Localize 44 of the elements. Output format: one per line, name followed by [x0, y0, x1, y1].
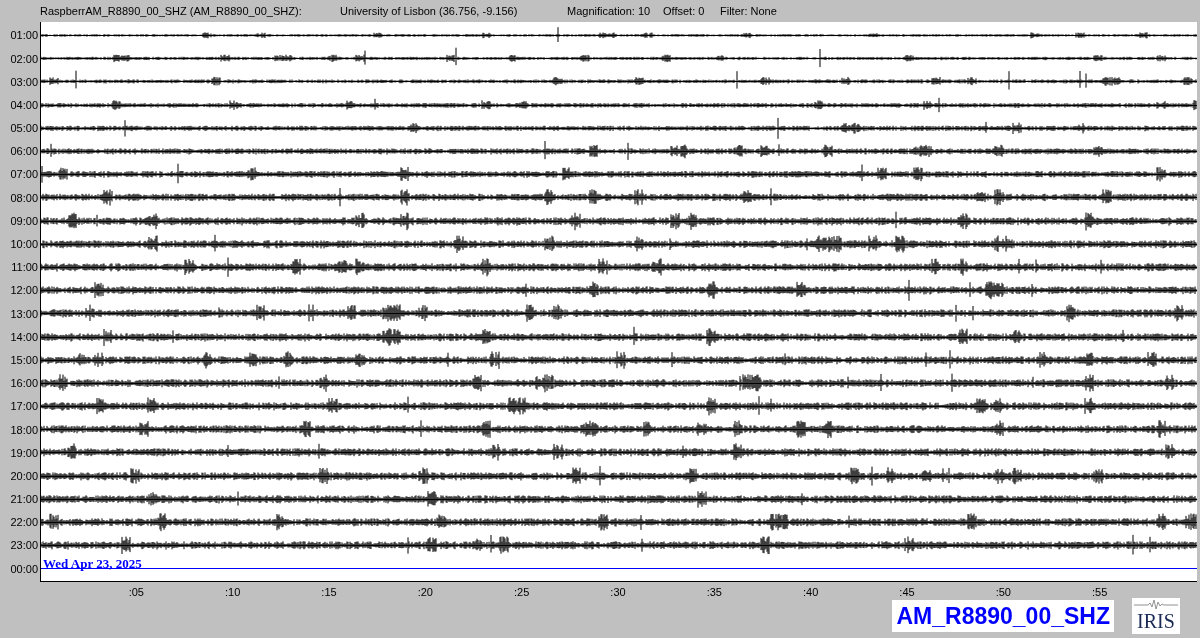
minute-tick-label: :25 [514, 585, 530, 600]
minute-tick-label: :10 [225, 585, 241, 600]
station-title: RaspberrAM_R8890_00_SHZ (AM_R8890_00_SHZ): [40, 3, 303, 19]
hour-label: 15:00 [10, 352, 38, 368]
hour-label: 04:00 [10, 97, 38, 113]
hour-label: 11:00 [11, 260, 38, 276]
hour-label: 02:00 [10, 51, 38, 67]
hour-label: 10:00 [10, 237, 38, 253]
minute-tick-label: :40 [803, 585, 819, 600]
minute-tick-label: :50 [995, 585, 1011, 600]
hour-label: 05:00 [10, 121, 38, 137]
hour-label: 13:00 [10, 306, 38, 322]
hour-label: 06:00 [10, 144, 38, 160]
minute-tick-label: :30 [610, 585, 626, 600]
offset-text: Offset: 0 [663, 3, 706, 19]
hour-label: 23:00 [10, 538, 38, 554]
minute-tick-label: :05 [128, 585, 144, 600]
location-text: University of Lisbon (36.756, -9.156) [340, 3, 519, 19]
hour-label: 03:00 [10, 74, 38, 90]
hour-label: 08:00 [10, 190, 38, 206]
magnification-text: Magnification: 10 [567, 3, 652, 19]
hour-label: 17:00 [10, 399, 38, 415]
hour-label: 12:00 [10, 283, 38, 299]
minute-tick-label: :15 [321, 585, 337, 600]
hour-label: 22:00 [10, 515, 38, 531]
minute-tick-label: :20 [417, 585, 433, 600]
seismogram-icon [1134, 598, 1178, 610]
date-label: Wed Apr 23, 2025 [43, 557, 142, 571]
hour-label: 09:00 [10, 213, 38, 229]
station-label: AM_R8890_00_SHZ [892, 600, 1114, 632]
filter-text: Filter: None [720, 3, 777, 19]
minute-tick-label: :55 [1092, 585, 1108, 600]
hour-label: 07:00 [10, 167, 38, 183]
hour-label: 14:00 [10, 329, 38, 345]
hour-label: 21:00 [10, 492, 38, 508]
hour-label: 18:00 [10, 422, 38, 438]
hour-label: 16:00 [10, 376, 38, 392]
hour-label: 00:00 [10, 561, 38, 577]
hour-label: 19:00 [10, 445, 38, 461]
logo-text: IRIS [1137, 610, 1175, 632]
hour-label: 20:00 [10, 468, 38, 484]
minute-tick-label: :45 [899, 585, 915, 600]
hour-label: 01:00 [10, 28, 38, 44]
minute-tick-label: :35 [706, 585, 722, 600]
